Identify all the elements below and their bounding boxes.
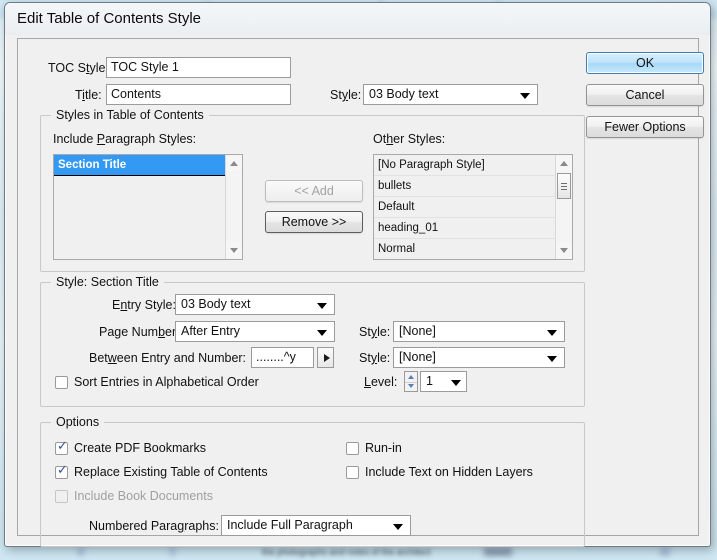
page-number-value: After Entry xyxy=(181,324,241,338)
level-label: Level: xyxy=(364,375,398,389)
dialog-title: Edit Table of Contents Style xyxy=(17,10,201,27)
create-pdf-bookmarks-label: Create PDF Bookmarks xyxy=(74,441,206,455)
include-paragraph-styles-label: Include Paragraph Styles: xyxy=(53,132,197,146)
spinner-down-button[interactable] xyxy=(405,382,417,392)
options-group: Options ✓ Create PDF Bookmarks ✓ Replace… xyxy=(40,415,585,547)
list-item[interactable]: [No Paragraph Style] xyxy=(374,155,555,176)
other-styles-list[interactable]: [No Paragraph Style] bullets Default hea… xyxy=(373,154,573,260)
styles-in-toc-group: Styles in Table of Contents Include Para… xyxy=(40,108,585,272)
triangle-down-icon xyxy=(230,248,238,253)
scroll-down-button[interactable] xyxy=(556,243,572,259)
include-book-documents-label: Include Book Documents xyxy=(74,489,213,503)
scroll-up-button[interactable] xyxy=(226,155,242,171)
other-styles-label: Other Styles: xyxy=(373,132,446,146)
include-hidden-layers-checkbox[interactable] xyxy=(346,466,359,479)
entry-style-label: Entry Style: xyxy=(112,298,176,312)
grip-icon xyxy=(561,181,567,191)
scroll-up-button[interactable] xyxy=(556,155,572,171)
chevron-down-icon xyxy=(393,523,403,530)
include-paragraph-styles-list[interactable]: Section Title xyxy=(53,154,243,260)
include-list-items: Section Title xyxy=(54,155,225,259)
run-in-label: Run-in xyxy=(365,441,402,455)
other-list-items: [No Paragraph Style] bullets Default hea… xyxy=(374,155,555,259)
include-list-scrollbar[interactable] xyxy=(225,155,242,259)
level-combo[interactable]: 1 xyxy=(420,371,467,392)
scroll-down-button[interactable] xyxy=(226,243,242,259)
list-item[interactable]: Normal xyxy=(374,239,555,259)
numbered-paragraphs-label: Numbered Paragraphs: xyxy=(89,519,219,533)
backdrop-bottom-mark-4 xyxy=(660,548,670,556)
replace-existing-toc-label: Replace Existing Table of Contents xyxy=(74,465,268,479)
other-list-scrollbar[interactable] xyxy=(555,155,572,259)
backdrop-bottom-mark-3 xyxy=(484,548,512,556)
cancel-button[interactable]: Cancel xyxy=(586,84,704,106)
chevron-down-icon xyxy=(451,379,461,386)
list-item[interactable]: Default xyxy=(374,197,555,218)
chevron-down-icon xyxy=(317,302,327,309)
list-item[interactable]: Section Title xyxy=(54,155,225,176)
create-pdf-bookmarks-checkbox[interactable]: ✓ xyxy=(55,439,68,455)
backdrop-bottom-mark xyxy=(78,548,84,556)
toc-style-input[interactable]: TOC Style 1 xyxy=(106,57,291,78)
level-value: 1 xyxy=(426,374,433,388)
triangle-up-icon xyxy=(560,161,568,166)
include-book-documents-checkbox xyxy=(55,490,68,503)
title-style-value: 03 Body text xyxy=(369,87,439,101)
dialog-title-bar: Edit Table of Contents Style xyxy=(5,3,710,35)
page-number-style-label: Style: xyxy=(359,325,391,339)
sort-entries-checkbox[interactable] xyxy=(55,376,68,389)
between-style-label: Style: xyxy=(359,351,391,365)
chevron-down-icon xyxy=(317,329,327,336)
page-number-label: Page Number: xyxy=(99,325,180,339)
check-icon: ✓ xyxy=(57,463,68,478)
page-number-style-value: [None] xyxy=(399,324,436,338)
between-entry-number-input[interactable]: ........^y xyxy=(251,347,314,368)
title-style-combo[interactable]: 03 Body text xyxy=(363,84,538,105)
styles-in-toc-group-title: Styles in Table of Contents xyxy=(51,108,209,122)
numbered-paragraphs-combo[interactable]: Include Full Paragraph xyxy=(221,515,411,536)
list-item[interactable]: bullets xyxy=(374,176,555,197)
triangle-up-icon xyxy=(408,374,414,379)
replace-existing-toc-checkbox[interactable]: ✓ xyxy=(55,463,68,479)
triangle-down-icon xyxy=(560,248,568,253)
list-item[interactable]: heading_01 xyxy=(374,218,555,239)
backdrop-bottom-mark-2 xyxy=(170,548,175,556)
check-icon: ✓ xyxy=(57,439,68,454)
title-style-label: Style: xyxy=(330,88,362,102)
sort-entries-label: Sort Entries in Alphabetical Order xyxy=(74,375,259,389)
title-input[interactable]: Contents xyxy=(106,84,291,105)
run-in-checkbox[interactable] xyxy=(346,442,359,455)
fewer-options-button[interactable]: Fewer Options xyxy=(586,116,704,138)
scrollbar-thumb[interactable] xyxy=(557,173,571,199)
special-character-menu-button[interactable] xyxy=(317,347,334,368)
triangle-right-icon xyxy=(323,353,330,362)
dialog-content-panel: TOC Style: TOC Style 1 Title: Contents S… xyxy=(17,38,704,547)
options-group-title: Options xyxy=(51,415,105,429)
chevron-down-icon xyxy=(520,92,530,99)
triangle-down-icon xyxy=(408,384,414,389)
remove-button[interactable]: Remove >> xyxy=(265,211,363,233)
backdrop-bottom-text: the photographs and notes of the archite… xyxy=(262,547,431,557)
between-style-value: [None] xyxy=(399,350,436,364)
page-number-style-combo[interactable]: [None] xyxy=(393,321,565,342)
include-hidden-layers-label: Include Text on Hidden Layers xyxy=(365,465,533,479)
screen: The Basement Nr230 of street the photogr… xyxy=(0,0,717,560)
level-spinner[interactable] xyxy=(404,371,418,392)
numbered-paragraphs-value: Include Full Paragraph xyxy=(227,518,353,532)
entry-style-combo[interactable]: 03 Body text xyxy=(175,294,335,315)
style-section-group-title: Style: Section Title xyxy=(51,275,164,289)
triangle-up-icon xyxy=(230,161,238,166)
edit-toc-style-dialog: Edit Table of Contents Style TOC Style: … xyxy=(4,2,711,547)
between-entry-number-label: Between Entry and Number: xyxy=(89,351,247,365)
add-button[interactable]: << Add xyxy=(265,180,363,202)
title-label: Title: xyxy=(75,88,102,102)
chevron-down-icon xyxy=(547,355,557,362)
style-section-group: Style: Section Title Entry Style: 03 Bod… xyxy=(40,275,585,407)
page-number-combo[interactable]: After Entry xyxy=(175,321,335,342)
between-style-combo[interactable]: [None] xyxy=(393,347,565,368)
chevron-down-icon xyxy=(547,329,557,336)
toc-style-label: TOC Style: xyxy=(48,61,109,75)
entry-style-value: 03 Body text xyxy=(181,297,251,311)
ok-button[interactable]: OK xyxy=(586,52,704,74)
